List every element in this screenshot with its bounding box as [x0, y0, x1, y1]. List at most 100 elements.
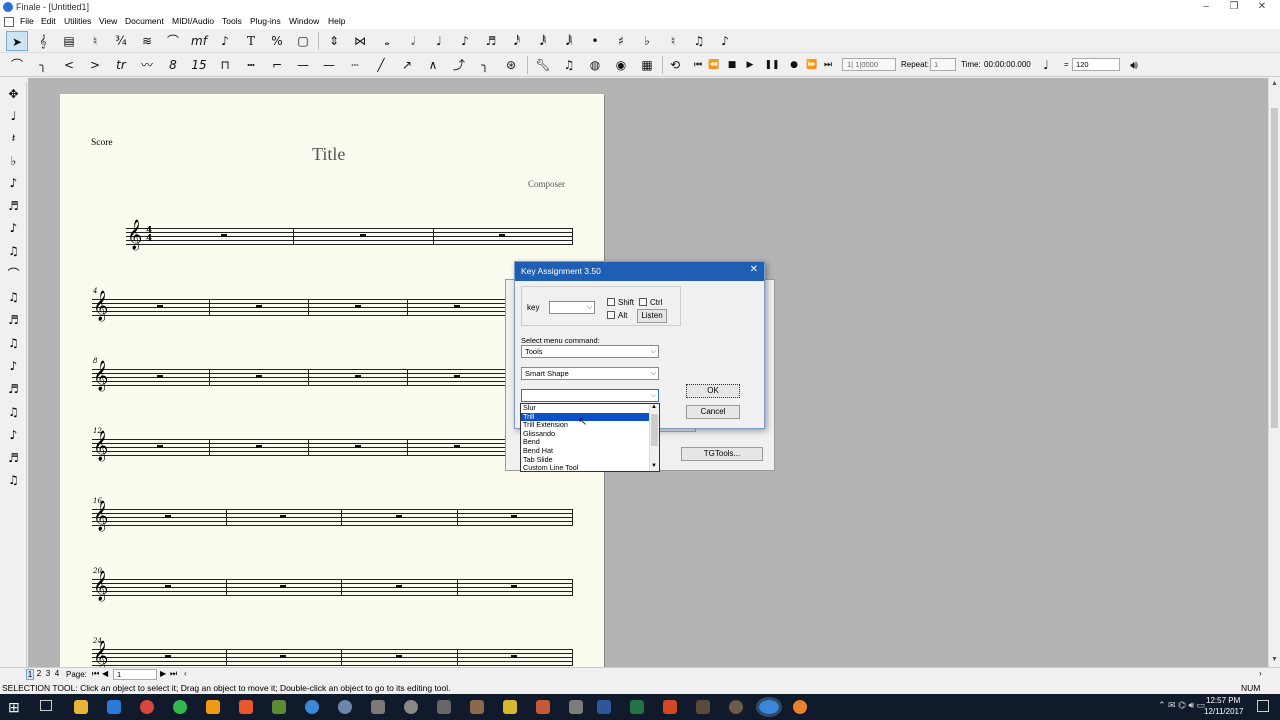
- vertical-scrollbar[interactable]: ▲ ▼: [1268, 78, 1280, 667]
- minimize-button[interactable]: –: [1196, 1, 1216, 13]
- tie-tool-icon[interactable]: ⌒: [162, 31, 184, 51]
- key-combo[interactable]: ⌵: [549, 301, 595, 314]
- page-tab[interactable]: 2: [35, 669, 43, 678]
- scroll-right-icon[interactable]: ›: [1259, 669, 1262, 678]
- word-icon[interactable]: [597, 700, 611, 714]
- half-note-icon[interactable]: 𝅗𝅥: [402, 31, 424, 51]
- dashed-line-icon[interactable]: ┄: [344, 55, 366, 75]
- key-signature-icon[interactable]: ♮: [84, 31, 106, 51]
- whole-rest[interactable]: [280, 515, 286, 518]
- app-icon[interactable]: [437, 700, 451, 714]
- glissando-icon[interactable]: ╱: [370, 55, 392, 75]
- whole-rest[interactable]: [511, 655, 517, 658]
- flat-icon[interactable]: ♭: [636, 31, 658, 51]
- composer-text[interactable]: Composer: [528, 179, 565, 189]
- item-dropdown-list[interactable]: Slur Trill Trill Extension Glissando Bend Ben…: [520, 403, 660, 472]
- dropdown-item[interactable]: Glissando: [521, 429, 649, 439]
- app-icon[interactable]: [793, 700, 807, 714]
- whole-rest[interactable]: [157, 375, 163, 378]
- listen-button[interactable]: Listen: [637, 309, 667, 323]
- play-icon[interactable]: ▶: [742, 55, 758, 75]
- decrescendo-icon[interactable]: >: [84, 55, 106, 75]
- file-explorer-icon[interactable]: [74, 700, 88, 714]
- resize-tool-icon[interactable]: %: [266, 31, 288, 51]
- tgtools-button[interactable]: TGTools...: [681, 447, 763, 461]
- measure-counter-field[interactable]: 1| 1|0000: [842, 58, 896, 71]
- score-title[interactable]: Title: [312, 144, 345, 165]
- item-combo[interactable]: ⌵: [521, 389, 659, 402]
- record-icon[interactable]: ●: [786, 55, 802, 75]
- crescendo-icon[interactable]: <: [58, 55, 80, 75]
- palette-eighth-icon[interactable]: ♪: [3, 173, 24, 193]
- dot-icon[interactable]: •: [584, 31, 606, 51]
- dialog-close-icon[interactable]: ✕: [750, 264, 758, 275]
- clock-time[interactable]: 12:57 PM: [1206, 696, 1240, 705]
- hook-line-icon[interactable]: ⌐: [266, 55, 288, 75]
- custom-line-icon[interactable]: ╮: [474, 55, 496, 75]
- quindicesima-icon[interactable]: 15: [188, 55, 210, 75]
- previous-page-icon[interactable]: ◀: [102, 669, 108, 678]
- part-name[interactable]: Score: [91, 138, 113, 148]
- dropdown-item[interactable]: Slur: [521, 404, 649, 413]
- thirtysecond-note-icon[interactable]: 𝅘𝅥𝅰: [506, 31, 528, 51]
- whole-rest[interactable]: [256, 445, 262, 448]
- palette-slur-icon[interactable]: ⌒: [3, 264, 24, 284]
- menu-view[interactable]: View: [99, 16, 117, 26]
- palette-tuplet-icon[interactable]: ♫: [3, 287, 24, 307]
- ottava-icon[interactable]: 8: [162, 55, 184, 75]
- sixteenth-note-icon[interactable]: ♬: [480, 31, 502, 51]
- forward-end-icon[interactable]: ⏭: [820, 55, 836, 75]
- lyrics-tool-icon[interactable]: ♪: [214, 31, 236, 51]
- palette-tie-icon[interactable]: ♬: [3, 196, 24, 216]
- menu-help[interactable]: Help: [328, 16, 345, 26]
- palette-beam-icon[interactable]: ♬: [3, 310, 24, 330]
- start-windows-icon[interactable]: ⊞: [8, 699, 20, 716]
- rewind-icon[interactable]: ⏪: [706, 55, 722, 75]
- first-page-icon[interactable]: ⏮: [92, 669, 99, 679]
- trill-extension-icon[interactable]: 〰: [136, 55, 158, 75]
- whole-rest[interactable]: [454, 445, 460, 448]
- note-mover-icon[interactable]: ⋈: [349, 31, 371, 51]
- palette-accidental-icon[interactable]: ♭: [3, 151, 24, 171]
- chrome-icon[interactable]: [140, 700, 154, 714]
- hyperscribe-icon[interactable]: ◍: [584, 55, 606, 75]
- menu-file[interactable]: File: [20, 16, 34, 26]
- whole-rest[interactable]: [499, 234, 505, 237]
- whole-rest[interactable]: [256, 375, 262, 378]
- menu-tools[interactable]: Tools: [222, 16, 242, 26]
- whole-rest[interactable]: [454, 375, 460, 378]
- mixer-icon[interactable]: ◉: [610, 55, 632, 75]
- move-layout-icon[interactable]: ⇕: [323, 31, 345, 51]
- app-icon[interactable]: [404, 700, 418, 714]
- menu-command-combo[interactable]: Tools ⌵: [521, 345, 659, 358]
- dashed-bracket-icon[interactable]: ┅: [240, 55, 262, 75]
- staff-tool-icon[interactable]: 𝄞: [32, 31, 54, 51]
- natural-icon[interactable]: ♮: [662, 31, 684, 51]
- selection-tool-icon[interactable]: ➤: [6, 31, 28, 51]
- whole-rest[interactable]: [360, 234, 366, 237]
- palette-layer-icon[interactable]: ♫: [3, 402, 24, 422]
- whole-rest[interactable]: [280, 655, 286, 658]
- whole-rest[interactable]: [165, 585, 171, 588]
- tempo-field[interactable]: 120: [1072, 58, 1120, 71]
- page-tab[interactable]: 1: [26, 669, 34, 680]
- staff-system[interactable]: 𝄞 16: [60, 497, 604, 529]
- shift-checkbox[interactable]: [607, 298, 615, 306]
- app-icon[interactable]: [536, 700, 550, 714]
- tempo-note-icon[interactable]: ♩: [1035, 55, 1057, 75]
- last-page-icon[interactable]: ⏭: [170, 669, 177, 679]
- tray-icons[interactable]: ⌃ ✉ ⌬ 🔊︎ ▭: [1158, 700, 1205, 711]
- measure-tool-icon[interactable]: ▤: [58, 31, 80, 51]
- whole-note-icon[interactable]: 𝅝: [376, 31, 398, 51]
- ok-button[interactable]: OK: [686, 384, 740, 398]
- stop-icon[interactable]: ■: [724, 55, 740, 75]
- tuplet-icon[interactable]: ♫: [688, 31, 710, 51]
- palette-stem-icon[interactable]: ♪: [3, 356, 24, 376]
- finale-icon[interactable]: [305, 700, 319, 714]
- whole-rest[interactable]: [396, 515, 402, 518]
- smart-shape-menu-icon[interactable]: ⊛: [500, 55, 522, 75]
- whole-rest[interactable]: [454, 305, 460, 308]
- palette-cue-icon[interactable]: ♬: [3, 448, 24, 468]
- clef-tool-icon[interactable]: ≋: [136, 31, 158, 51]
- bracket-icon[interactable]: ⊓: [214, 55, 236, 75]
